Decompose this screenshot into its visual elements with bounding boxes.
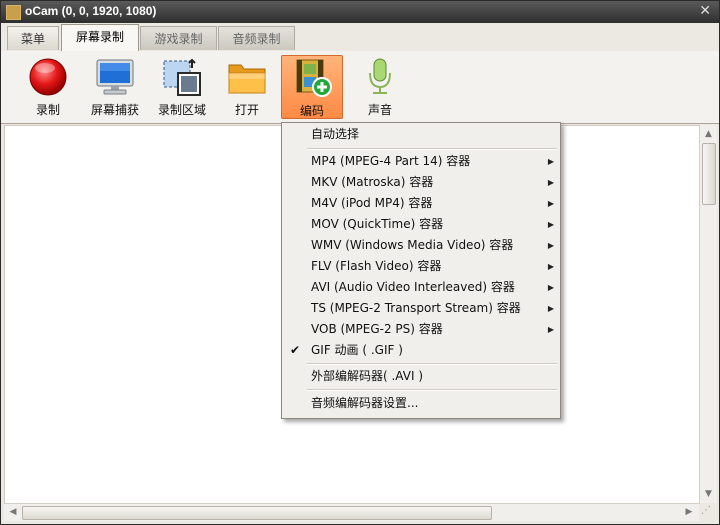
menu-item-gif[interactable]: ✔ GIF 动画 ( .GIF ) bbox=[282, 340, 560, 361]
horizontal-scrollbar[interactable]: ◀ ▶ bbox=[4, 503, 699, 521]
menu-item-label: MP4 (MPEG-4 Part 14) 容器 bbox=[311, 154, 471, 168]
menu-item-label: 音频编解码器设置... bbox=[311, 396, 419, 410]
menu-item-label: M4V (iPod MP4) 容器 bbox=[311, 196, 433, 210]
tab-audio-record[interactable]: 音频录制 bbox=[218, 26, 295, 50]
record-button[interactable]: 录制 bbox=[17, 55, 79, 119]
menu-item-vob[interactable]: VOB (MPEG-2 PS) 容器 ▶ bbox=[282, 319, 560, 340]
app-icon bbox=[6, 5, 21, 20]
record-label: 录制 bbox=[35, 103, 60, 117]
menu-item-external-codec[interactable]: 外部编解码器( .AVI ) bbox=[282, 366, 560, 387]
scroll-left-icon[interactable]: ◀ bbox=[5, 504, 21, 521]
menu-item-label: MOV (QuickTime) 容器 bbox=[311, 217, 444, 231]
submenu-arrow-icon: ▶ bbox=[547, 325, 554, 334]
tab-menu[interactable]: 菜单 bbox=[7, 26, 59, 50]
submenu-arrow-icon: ▶ bbox=[547, 304, 554, 313]
open-button[interactable]: 打开 bbox=[216, 55, 278, 119]
menu-item-label: MKV (Matroska) 容器 bbox=[311, 175, 434, 189]
codec-button[interactable]: 编码 bbox=[281, 55, 343, 119]
submenu-arrow-icon: ▶ bbox=[547, 199, 554, 208]
resize-grip-icon[interactable]: ⋰ bbox=[701, 505, 715, 519]
screen-capture-label: 屏幕捕获 bbox=[90, 103, 139, 117]
scroll-down-icon[interactable]: ▼ bbox=[700, 486, 717, 502]
menu-item-avi[interactable]: AVI (Audio Video Interleaved) 容器 ▶ bbox=[282, 277, 560, 298]
menu-item-audio-codec-settings[interactable]: 音频编解码器设置... bbox=[282, 393, 560, 414]
tab-game-record[interactable]: 游戏录制 bbox=[140, 26, 217, 50]
scroll-right-icon[interactable]: ▶ bbox=[681, 504, 697, 521]
menu-item-label: TS (MPEG-2 Transport Stream) 容器 bbox=[311, 301, 521, 315]
menu-separator bbox=[307, 389, 557, 391]
codec-label: 编码 bbox=[299, 104, 324, 118]
menu-item-label: AVI (Audio Video Interleaved) 容器 bbox=[311, 280, 515, 294]
sound-button[interactable]: 声音 bbox=[349, 55, 411, 119]
menu-item-label: VOB (MPEG-2 PS) 容器 bbox=[311, 322, 443, 336]
window-title: oCam (0, 0, 1920, 1080) bbox=[25, 4, 157, 18]
record-icon bbox=[29, 58, 67, 96]
sound-label: 声音 bbox=[367, 103, 392, 117]
checkmark-icon: ✔ bbox=[290, 343, 301, 357]
scroll-up-icon[interactable]: ▲ bbox=[700, 126, 717, 142]
submenu-arrow-icon: ▶ bbox=[547, 283, 554, 292]
tab-bar: 菜单 屏幕录制 游戏录制 音频录制 bbox=[1, 23, 719, 52]
codec-dropdown-menu: 自动选择 MP4 (MPEG-4 Part 14) 容器 ▶ MKV (Matro… bbox=[281, 122, 561, 419]
record-region-label: 录制区域 bbox=[157, 103, 206, 117]
region-icon bbox=[163, 58, 201, 96]
menu-item-label: WMV (Windows Media Video) 容器 bbox=[311, 238, 514, 252]
monitor-icon bbox=[96, 59, 134, 95]
film-add-icon bbox=[296, 59, 332, 97]
record-region-button[interactable]: 录制区域 bbox=[151, 55, 213, 119]
menu-item-mkv[interactable]: MKV (Matroska) 容器 ▶ bbox=[282, 172, 560, 193]
menu-item-m4v[interactable]: M4V (iPod MP4) 容器 ▶ bbox=[282, 193, 560, 214]
menu-separator bbox=[307, 363, 557, 365]
menu-item-label: 自动选择 bbox=[311, 127, 360, 141]
microphone-icon bbox=[369, 58, 391, 94]
toolbar: 录制 屏幕捕获 录制区域 打开 编码 声音 bbox=[1, 51, 719, 124]
submenu-arrow-icon: ▶ bbox=[547, 262, 554, 271]
submenu-arrow-icon: ▶ bbox=[547, 178, 554, 187]
folder-icon bbox=[228, 64, 266, 94]
menu-item-mp4[interactable]: MP4 (MPEG-4 Part 14) 容器 ▶ bbox=[282, 151, 560, 172]
menu-item-flv[interactable]: FLV (Flash Video) 容器 ▶ bbox=[282, 256, 560, 277]
horizontal-scroll-thumb[interactable] bbox=[22, 506, 492, 520]
title-bar[interactable]: oCam (0, 0, 1920, 1080) ✕ bbox=[1, 1, 719, 23]
menu-item-label: GIF 动画 ( .GIF ) bbox=[311, 343, 403, 357]
submenu-arrow-icon: ▶ bbox=[547, 220, 554, 229]
submenu-arrow-icon: ▶ bbox=[547, 241, 554, 250]
open-label: 打开 bbox=[234, 103, 259, 117]
menu-item-label: 外部编解码器( .AVI ) bbox=[311, 369, 423, 383]
tab-screen-record[interactable]: 屏幕录制 bbox=[61, 24, 139, 51]
vertical-scroll-thumb[interactable] bbox=[702, 143, 716, 205]
menu-item-wmv[interactable]: WMV (Windows Media Video) 容器 ▶ bbox=[282, 235, 560, 256]
submenu-arrow-icon: ▶ bbox=[547, 157, 554, 166]
vertical-scrollbar[interactable]: ▲ ▼ bbox=[699, 125, 717, 503]
menu-item-auto[interactable]: 自动选择 bbox=[282, 124, 560, 145]
menu-item-label: FLV (Flash Video) 容器 bbox=[311, 259, 442, 273]
screen-capture-button[interactable]: 屏幕捕获 bbox=[84, 55, 146, 119]
close-icon[interactable]: ✕ bbox=[699, 3, 711, 19]
menu-item-mov[interactable]: MOV (QuickTime) 容器 ▶ bbox=[282, 214, 560, 235]
menu-separator bbox=[307, 148, 557, 150]
menu-item-ts[interactable]: TS (MPEG-2 Transport Stream) 容器 ▶ bbox=[282, 298, 560, 319]
ocam-window: oCam (0, 0, 1920, 1080) ✕ 菜单 屏幕录制 游戏录制 音… bbox=[0, 0, 720, 525]
